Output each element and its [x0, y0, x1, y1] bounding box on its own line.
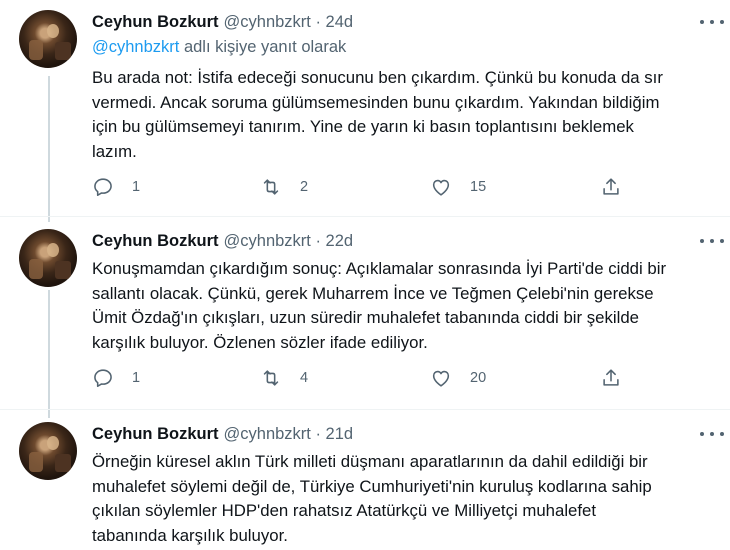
handle-and-time[interactable]: @cyhnbzkrt · 22d [224, 232, 354, 251]
handle-and-time[interactable]: @cyhnbzkrt · 21d [224, 425, 354, 444]
like-button[interactable]: 20 [430, 367, 486, 389]
tweet-text-line: tabanında karşılık buluyor. [92, 525, 288, 545]
tweet-actions: 1 4 20 [92, 367, 652, 391]
like-count: 20 [470, 370, 487, 386]
tweet[interactable]: Ceyhun Bozkurt @cyhnbzkrt · 21d Örneğin … [0, 422, 730, 550]
reply-count: 1 [132, 179, 141, 195]
retweet-button[interactable]: 2 [260, 176, 308, 198]
more-icon[interactable] [700, 16, 724, 28]
reply-count: 1 [132, 370, 141, 386]
retweet-icon [260, 367, 282, 389]
like-count: 15 [470, 179, 487, 195]
tweet-text-line: Ümit Özdağ'ın çıkışları, uzun süredir mu… [92, 308, 639, 328]
author-name[interactable]: Ceyhun Bozkurt [92, 425, 219, 444]
more-icon[interactable] [700, 235, 724, 247]
reply-icon [92, 367, 114, 389]
tweet-text-line: Örneğin küresel aklın Türk milleti düşma… [92, 452, 648, 471]
share-button[interactable] [600, 176, 622, 198]
reply-mention-link[interactable]: @cyhnbzkrt [92, 38, 179, 56]
tweet-text: Örneğin küresel aklın Türk milleti düşma… [92, 450, 717, 548]
heart-icon [430, 367, 452, 389]
share-button[interactable] [600, 367, 622, 389]
author-name[interactable]: Ceyhun Bozkurt [92, 232, 219, 251]
handle-and-time[interactable]: @cyhnbzkrt · 24d [224, 13, 354, 32]
tweet-text-line: sallantı olacak. Çünkü, gerek Muharrem İ… [92, 283, 654, 303]
tweet-text-line: vermedi. Ancak soruma gülümsemesinden bu… [92, 92, 660, 112]
heart-icon [430, 176, 452, 198]
retweet-count: 2 [300, 179, 309, 195]
tweet-header: Ceyhun Bozkurt @cyhnbzkrt · 24d [92, 10, 353, 34]
share-icon [600, 367, 622, 389]
divider [0, 216, 730, 217]
avatar[interactable] [19, 10, 77, 68]
tweet-text-line: çıkılan söylemler HDP'den rahatsız Atatü… [92, 501, 597, 521]
tweet-text: Konuşmamdan çıkardığım sonuç: Açıklamala… [92, 257, 717, 355]
divider [0, 409, 730, 410]
reply-icon [92, 176, 114, 198]
retweet-count: 4 [300, 370, 309, 386]
tweet-text-line: için bu gülümsemeyi tanırım. Yine de yar… [92, 117, 634, 137]
retweet-icon [260, 176, 282, 198]
tweet-header: Ceyhun Bozkurt @cyhnbzkrt · 21d [92, 422, 353, 446]
tweet[interactable]: Ceyhun Bozkurt @cyhnbzkrt · 24d @cyhnbzk… [0, 10, 730, 215]
author-name[interactable]: Ceyhun Bozkurt [92, 13, 219, 32]
like-button[interactable]: 15 [430, 176, 486, 198]
more-icon[interactable] [700, 428, 724, 440]
tweet-text-line: karşılık buluyor. Özlenen sözler ifade e… [92, 332, 428, 352]
tweet-text-line: Bu arada not: İstifa edeceği sonucunu be… [92, 68, 663, 87]
share-icon [600, 176, 622, 198]
reply-button[interactable]: 1 [92, 367, 140, 389]
tweet-text: Bu arada not: İstifa edeceği sonucunu be… [92, 66, 717, 164]
retweet-button[interactable]: 4 [260, 367, 308, 389]
avatar[interactable] [19, 422, 77, 480]
tweet-text-line: lazım. [92, 141, 137, 161]
tweet-header: Ceyhun Bozkurt @cyhnbzkrt · 22d [92, 229, 353, 253]
reply-button[interactable]: 1 [92, 176, 140, 198]
reply-context-label: adlı kişiye yanıt olarak [179, 38, 347, 56]
tweet-text-line: muhalefet söylemi değil de, Türkiye Cumh… [92, 476, 652, 496]
reply-context: @cyhnbzkrt adlı kişiye yanıt olarak [92, 38, 346, 57]
tweet-text-line: Konuşmamdan çıkardığım sonuç: Açıklamala… [92, 259, 667, 278]
tweet-actions: 1 2 15 [92, 176, 652, 200]
avatar[interactable] [19, 229, 77, 287]
tweet[interactable]: Ceyhun Bozkurt @cyhnbzkrt · 22d Konuşmam… [0, 229, 730, 404]
